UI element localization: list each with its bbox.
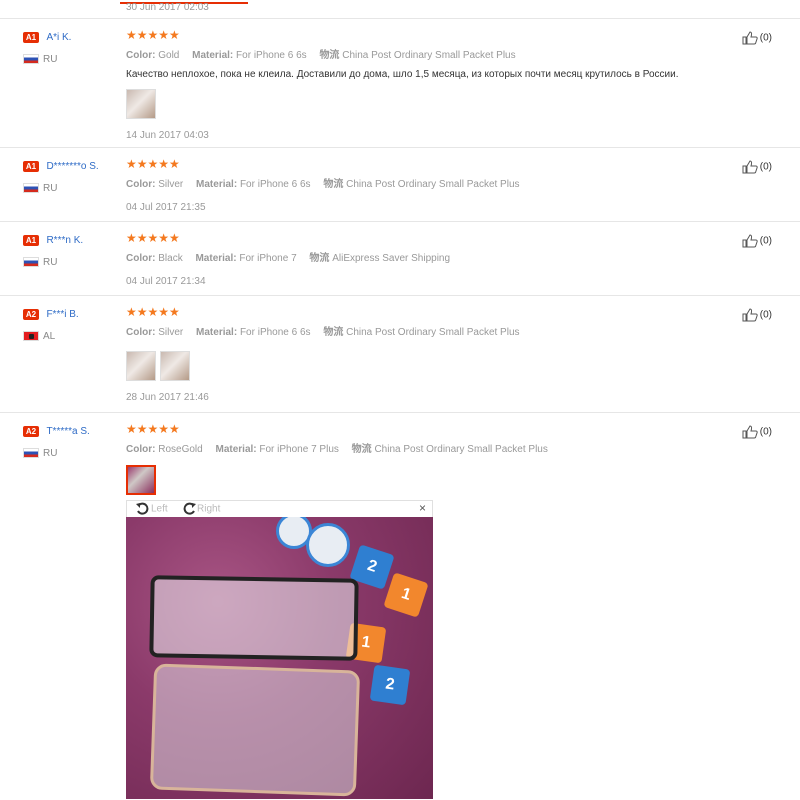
close-viewer-button[interactable]: ×	[419, 501, 426, 515]
review-body: ★★★★★ Color: Gold Material: For iPhone 6…	[126, 29, 726, 141]
reviewer-name[interactable]: T*****a S.	[46, 426, 89, 437]
review-date: 04 Jul 2017 21:35	[126, 202, 206, 213]
review-item: A1 R***n K. RU ★★★★★ Color: Black Materi…	[0, 222, 800, 296]
reviewer-info: A1 A*i K. RU	[23, 29, 123, 65]
review-photo-thumbnail[interactable]	[160, 351, 190, 381]
rotate-left-button[interactable]: Left	[135, 502, 168, 516]
star-rating: ★★★★★	[126, 157, 180, 171]
buyer-level-badge: A1	[23, 161, 39, 173]
buyer-level-badge: A1	[23, 235, 39, 247]
tempered-glass-rosegold	[149, 663, 361, 797]
helpful-button[interactable]: (0)	[742, 425, 772, 439]
review-date: 28 Jun 2017 21:46	[126, 392, 209, 403]
star-rating: ★★★★★	[126, 231, 180, 245]
review-photos	[126, 89, 726, 121]
wipe-pack-card: 1	[383, 572, 429, 618]
buyer-level-badge: A1	[23, 32, 39, 44]
order-attributes: Color: Silver Material: For iPhone 6 6s …	[126, 327, 520, 338]
reviewer-country: RU	[23, 448, 123, 459]
thumbs-up-icon	[742, 160, 758, 174]
review-body: ★★★★★ Color: Silver Material: For iPhone…	[126, 306, 726, 403]
helpful-button[interactable]: (0)	[742, 160, 772, 174]
review-item: A1 A*i K. RU ★★★★★ Color: Gold Material:…	[0, 19, 800, 148]
rotate-right-button[interactable]: Right	[181, 502, 220, 516]
review-item: A2 F***i B. AL ★★★★★ Color: Silver Mater…	[0, 296, 800, 413]
review-photo-thumbnail[interactable]	[126, 351, 156, 381]
rotate-right-icon	[183, 502, 196, 515]
photo-viewer: Left Right × 2 1 1 2	[126, 500, 433, 800]
rotate-left-icon	[136, 502, 149, 515]
order-attributes: Color: RoseGold Material: For iPhone 7 P…	[126, 444, 548, 455]
review-body: ★★★★★ Color: Black Material: For iPhone …	[126, 231, 726, 288]
thumbs-up-icon	[742, 31, 758, 45]
star-rating: ★★★★★	[126, 28, 180, 42]
thumbs-up-icon	[742, 308, 758, 322]
thumbs-up-icon	[742, 425, 758, 439]
buyer-level-badge: A2	[23, 426, 39, 438]
review-photo-thumbnail-selected[interactable]	[126, 465, 156, 495]
review-date: 04 Jul 2017 21:34	[126, 276, 206, 287]
wipe-pack-card: 2	[369, 664, 411, 706]
helpful-button[interactable]: (0)	[742, 31, 772, 45]
previous-review-footer: 30 Jun 2017 02:03	[0, 0, 800, 19]
reviewer-country: RU	[23, 54, 123, 65]
reviewer-info: A1 R***n K. RU	[23, 232, 123, 268]
russia-flag-icon	[23, 448, 39, 459]
russia-flag-icon	[23, 183, 39, 194]
reviewer-name[interactable]: D*******o S.	[46, 161, 98, 172]
thumbs-up-icon	[742, 234, 758, 248]
review-photos	[126, 351, 726, 383]
russia-flag-icon	[23, 54, 39, 65]
review-item: A1 D*******o S. RU ★★★★★ Color: Silver M…	[0, 148, 800, 222]
buyer-level-badge: A2	[23, 309, 39, 321]
reviewer-name[interactable]: A*i K.	[46, 32, 71, 43]
review-body: ★★★★★ Color: RoseGold Material: For iPho…	[126, 423, 726, 497]
order-attributes: Color: Silver Material: For iPhone 6 6s …	[126, 179, 520, 190]
helpful-button[interactable]: (0)	[742, 234, 772, 248]
helpful-button[interactable]: (0)	[742, 308, 772, 322]
review-photo-thumbnail[interactable]	[126, 89, 156, 119]
russia-flag-icon	[23, 257, 39, 268]
reviewer-country: RU	[23, 183, 123, 194]
order-attributes: Color: Black Material: For iPhone 7 物流 A…	[126, 253, 451, 264]
reviewer-info: A1 D*******o S. RU	[23, 158, 123, 194]
reviewer-info: A2 F***i B. AL	[23, 306, 123, 342]
albania-flag-icon	[23, 331, 39, 342]
reviewer-name[interactable]: R***n K.	[46, 235, 83, 246]
photo-viewer-toolbar: Left Right ×	[126, 500, 433, 517]
reviewer-info: A2 T*****a S. RU	[23, 423, 123, 459]
star-rating: ★★★★★	[126, 305, 180, 319]
reviewer-country: RU	[23, 257, 123, 268]
star-rating: ★★★★★	[126, 422, 180, 436]
review-photo-large: 2 1 1 2	[126, 517, 433, 799]
reviewer-country: AL	[23, 331, 123, 342]
review-comment: Качество неплохое, пока не клеила. Доста…	[126, 69, 679, 80]
review-body: ★★★★★ Color: Silver Material: For iPhone…	[126, 157, 726, 214]
review-photos	[126, 465, 726, 497]
tempered-glass-black	[149, 575, 359, 661]
reviewer-name[interactable]: F***i B.	[46, 309, 78, 320]
review-date: 14 Jun 2017 04:03	[126, 130, 209, 141]
review-date: 30 Jun 2017 02:03	[126, 2, 209, 13]
order-attributes: Color: Gold Material: For iPhone 6 6s 物流…	[126, 50, 516, 61]
sticker	[306, 523, 350, 567]
